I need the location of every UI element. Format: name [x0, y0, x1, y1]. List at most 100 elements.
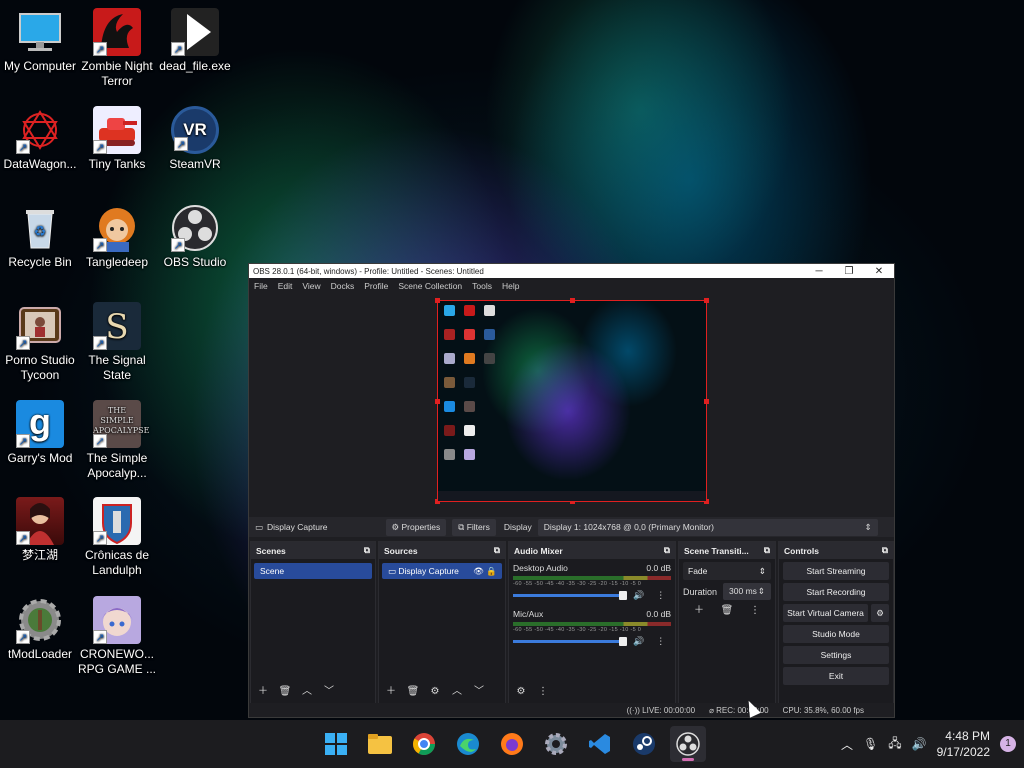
add-icon[interactable]: ＋ [255, 685, 271, 699]
desktop-icon-simple-apocalypse[interactable]: THE SIMPLE APOCALYPSE ↗ The Simple Apoca… [78, 400, 156, 481]
desktop-icon-obs-studio[interactable]: ↗ OBS Studio [156, 204, 234, 270]
maximize-icon[interactable]: ❐ [834, 266, 864, 277]
notification-badge[interactable]: 1 [1000, 736, 1016, 752]
undock-icon[interactable]: ⧉ [494, 545, 500, 556]
studio-mode-button[interactable]: Studio Mode [783, 625, 889, 643]
duration-input[interactable]: 300 ms ⇕ [723, 583, 771, 600]
microphone-icon[interactable]: 🎙 [863, 737, 878, 751]
menu-help[interactable]: Help [497, 281, 524, 291]
exit-button[interactable]: Exit [783, 667, 889, 685]
desktop-icon-tangledeep[interactable]: ↗ Tangledeep [78, 204, 156, 270]
taskbar-obs[interactable] [670, 726, 706, 762]
minimize-icon[interactable]: ─ [804, 266, 834, 277]
volume-meter [513, 622, 671, 626]
resize-handle[interactable] [435, 399, 440, 404]
eye-icon[interactable]: 👁 [473, 566, 484, 576]
taskbar-vscode[interactable] [582, 726, 618, 762]
volume-slider[interactable] [513, 591, 627, 600]
trash-icon[interactable]: 🗑 [405, 685, 421, 699]
virtual-camera-settings-gear-icon[interactable]: ⚙ [871, 604, 889, 622]
trash-icon[interactable]: 🗑 [719, 604, 735, 618]
resize-handle[interactable] [704, 298, 709, 303]
gear-icon[interactable]: ⚙ [513, 685, 529, 699]
taskbar-chrome[interactable] [406, 726, 442, 762]
desktop-icon-meng-jianghu[interactable]: ↗ 梦江湖 [1, 497, 79, 563]
chevron-down-icon[interactable]: ﹀ [471, 685, 487, 699]
menu-file[interactable]: File [249, 281, 273, 291]
transition-select[interactable]: Fade ⇕ [683, 562, 771, 580]
display-select[interactable]: Display 1: 1024x768 @ 0,0 (Primary Monit… [537, 518, 878, 536]
desktop-icon-dead-file[interactable]: ↗ dead_file.exe [156, 8, 234, 74]
volume-slider[interactable] [513, 637, 627, 646]
taskbar-file-explorer[interactable] [362, 726, 398, 762]
chevron-up-icon[interactable]: ︿ [299, 685, 315, 699]
more-icon[interactable]: ⋮ [747, 604, 763, 618]
menu-view[interactable]: View [297, 281, 325, 291]
menu-edit[interactable]: Edit [273, 281, 298, 291]
more-icon[interactable]: ⋮ [656, 636, 665, 647]
add-icon[interactable]: ＋ [383, 685, 399, 699]
channel-name: Desktop Audio [513, 563, 568, 573]
undock-icon[interactable]: ⧉ [364, 545, 370, 556]
menu-tools[interactable]: Tools [467, 281, 497, 291]
chevron-up-icon[interactable]: ︿ [449, 685, 465, 699]
desktop-icon-my-computer[interactable]: My Computer [1, 8, 79, 74]
clock[interactable]: 4:48 PM 9/17/2022 [937, 728, 990, 760]
cronewo-icon: ↗ [93, 596, 141, 644]
more-icon[interactable]: ⋮ [656, 590, 665, 601]
close-icon[interactable]: ✕ [864, 266, 894, 277]
obs-preview[interactable] [249, 293, 894, 517]
obs-window[interactable]: OBS 28.0.1 (64-bit, windows) - Profile: … [248, 263, 895, 718]
preview-display-capture[interactable] [435, 298, 709, 504]
obs-titlebar[interactable]: OBS 28.0.1 (64-bit, windows) - Profile: … [249, 264, 894, 278]
desktop-icon-datawagon[interactable]: ↗ DataWagon... [1, 106, 79, 172]
desktop-icon-cronewo[interactable]: ↗ CRONEWO... RPG GAME ... [78, 596, 156, 677]
volume-slider-knob[interactable] [619, 637, 627, 646]
filters-button[interactable]: ⧉ Filters [452, 518, 496, 536]
menu-profile[interactable]: Profile [359, 281, 393, 291]
speaker-icon[interactable]: 🔊 [633, 636, 644, 647]
desktop-icon-label: My Computer [3, 59, 77, 73]
taskbar-edge[interactable] [450, 726, 486, 762]
more-icon[interactable]: ⋮ [535, 685, 551, 699]
lock-icon[interactable]: 🔒 [486, 566, 497, 576]
undock-icon[interactable]: ⧉ [664, 545, 670, 556]
network-icon[interactable]: 🖧 [888, 734, 901, 755]
desktop-icon-garrys-mod[interactable]: g ↗ Garry's Mod [1, 400, 79, 466]
taskbar-firefox[interactable] [494, 726, 530, 762]
add-icon[interactable]: ＋ [691, 604, 707, 618]
volume-slider-knob[interactable] [619, 591, 627, 600]
start-virtual-camera-button[interactable]: Start Virtual Camera [783, 604, 868, 622]
resize-handle[interactable] [570, 298, 575, 303]
chevron-up-icon[interactable]: ︿ [841, 736, 853, 753]
taskbar-steam[interactable] [626, 726, 662, 762]
start-recording-button[interactable]: Start Recording [783, 583, 889, 601]
undock-icon[interactable]: ⧉ [764, 545, 770, 556]
desktop-icon-signal-state[interactable]: S ↗ The Signal State [78, 302, 156, 383]
desktop-icon-zombie-night-terror[interactable]: ↗ Zombie Night Terror [78, 8, 156, 89]
start-button[interactable] [318, 726, 354, 762]
desktop-icon-landulph[interactable]: ↗ Crônicas de Landulph [78, 497, 156, 578]
resize-handle[interactable] [435, 298, 440, 303]
desktop-icon-recycle-bin[interactable]: ♻ Recycle Bin [1, 204, 79, 270]
desktop-icon-tiny-tanks[interactable]: ↗ Tiny Tanks [78, 106, 156, 172]
chevron-updown-icon[interactable]: ⇕ [758, 586, 765, 597]
gear-icon[interactable]: ⚙ [427, 685, 443, 699]
menu-scene-collection[interactable]: Scene Collection [393, 281, 467, 291]
desktop-icon-tmodloader[interactable]: ↗ tModLoader [1, 596, 79, 662]
scene-item[interactable]: Scene [254, 563, 372, 579]
source-item[interactable]: ▭ Display Capture 👁 🔒 [382, 563, 502, 579]
volume-icon[interactable]: 🔊 [912, 737, 927, 751]
resize-handle[interactable] [704, 399, 709, 404]
speaker-icon[interactable]: 🔊 [633, 590, 644, 601]
trash-icon[interactable]: 🗑 [277, 685, 293, 699]
taskbar-settings[interactable] [538, 726, 574, 762]
chevron-down-icon[interactable]: ﹀ [321, 685, 337, 699]
start-streaming-button[interactable]: Start Streaming [783, 562, 889, 580]
desktop-icon-steamvr[interactable]: VR ↗ SteamVR [156, 106, 234, 172]
menu-docks[interactable]: Docks [326, 281, 360, 291]
undock-icon[interactable]: ⧉ [882, 545, 888, 556]
properties-button[interactable]: ⚙ Properties [385, 518, 447, 536]
settings-button[interactable]: Settings [783, 646, 889, 664]
desktop-icon-porno-studio[interactable]: ↗ Porno Studio Tycoon [1, 302, 79, 383]
